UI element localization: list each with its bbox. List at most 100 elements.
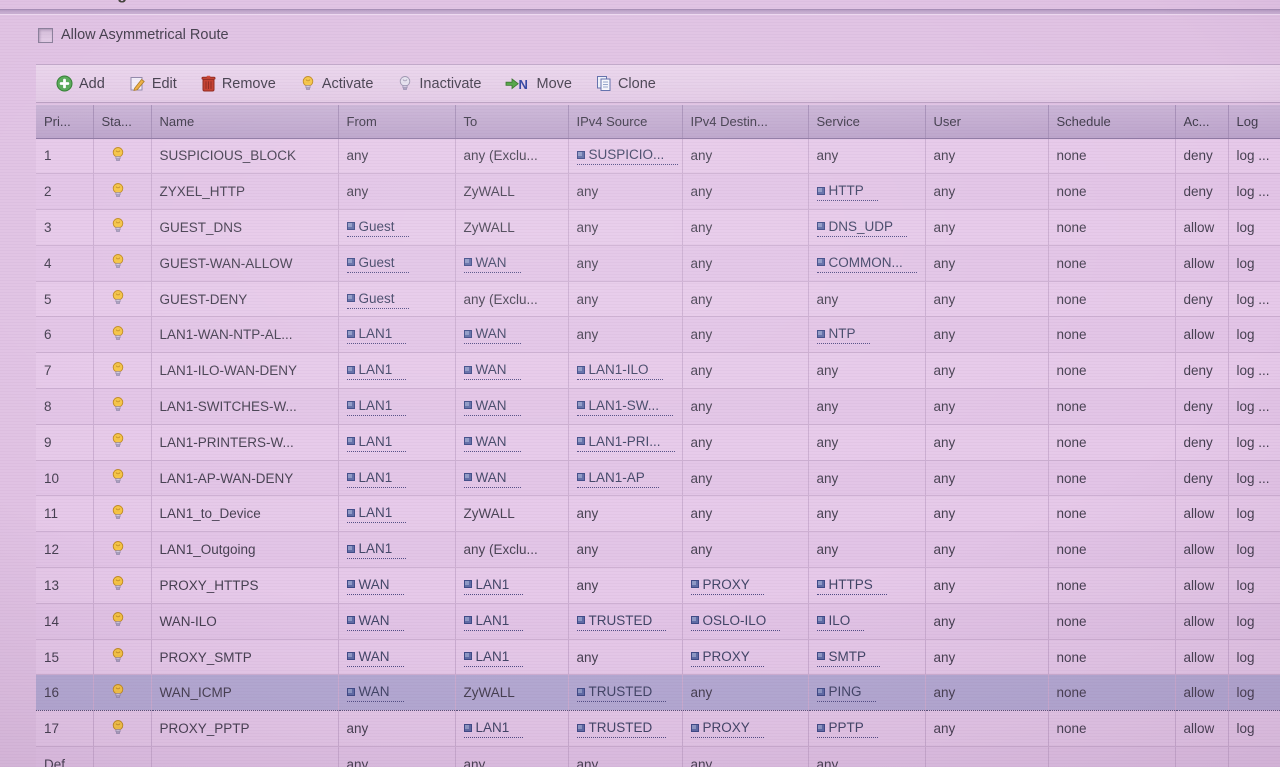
object-link[interactable]: COMMON... (816, 254, 917, 273)
rule-row[interactable]: 8 LAN1-SWITCHES-W... LAN1 WAN LAN1-SW... any… (36, 388, 1280, 425)
col-user[interactable]: User (925, 105, 1049, 139)
clone-button[interactable]: Clone (588, 71, 668, 96)
status-on-bulb-icon (110, 289, 126, 309)
to-cell: WAN (455, 460, 569, 497)
rule-row[interactable]: 7 LAN1-ILO-WAN-DENY LAN1 WAN LAN1-ILO any any… (36, 352, 1280, 390)
rule-row[interactable]: 17 PROXY_PPTP any LAN1 TRUSTED PROXY PPTP any n… (36, 710, 1280, 748)
object-link[interactable]: LAN1 (346, 397, 407, 416)
rule-row[interactable]: 15 PROXY_SMTP WAN LAN1 any PROXY SMTP any none a… (36, 639, 1280, 676)
rule-row[interactable]: 10 LAN1-AP-WAN-DENY LAN1 WAN LAN1-AP any any a… (36, 460, 1280, 497)
object-link[interactable]: LAN1 (463, 648, 524, 667)
object-link[interactable]: Guest (346, 290, 409, 309)
rule-row[interactable]: 16 WAN_ICMP WAN ZyWALL TRUSTED any PING any non… (36, 674, 1280, 712)
ipv4-source-cell: any (568, 245, 683, 282)
rule-row[interactable]: 1 SUSPICIOUS_BLOCK any any (Exclu... SUSPIC… (36, 138, 1280, 175)
object-link[interactable]: PROXY (690, 648, 764, 667)
object-link[interactable]: LAN1 (463, 576, 524, 595)
status-cell (93, 603, 152, 640)
col-ipv4-source[interactable]: IPv4 Source (568, 105, 683, 139)
object-link[interactable]: LAN1-SW... (576, 397, 674, 416)
svg-text:N: N (519, 77, 528, 92)
rule-row[interactable]: 13 PROXY_HTTPS WAN LAN1 any PROXY HTTPS any non… (36, 567, 1280, 604)
rule-row[interactable]: 14 WAN-ILO WAN LAN1 TRUSTED OSLO-ILO ILO any no… (36, 603, 1280, 640)
col-action[interactable]: Ac... (1175, 105, 1229, 139)
object-link[interactable]: LAN1-ILO (576, 361, 663, 381)
log-cell: log (1228, 495, 1280, 533)
object-link[interactable]: TRUSTED (576, 612, 667, 631)
status-on-bulb-icon (110, 683, 126, 703)
rule-row[interactable]: 12 LAN1_Outgoing LAN1 any (Exclu... any any a… (36, 531, 1280, 569)
rule-row[interactable]: 4 GUEST-WAN-ALLOW Guest WAN any any COMMON...… (36, 245, 1280, 282)
object-link-label: LAN1 (475, 612, 510, 628)
move-button[interactable]: N Move (497, 72, 583, 96)
add-button[interactable]: Add (48, 71, 117, 96)
object-link[interactable]: LAN1 (346, 540, 407, 560)
remove-button[interactable]: Remove (193, 71, 288, 96)
from-cell: LAN1 (338, 424, 456, 461)
status-on-bulb-icon (110, 504, 126, 524)
object-link[interactable]: LAN1 (463, 612, 524, 631)
object-link[interactable]: WAN (463, 433, 521, 452)
object-link[interactable]: PING (816, 683, 876, 703)
schedule-cell: none (1048, 460, 1176, 497)
object-link[interactable]: HTTP (816, 182, 878, 202)
object-link[interactable]: LAN1 (346, 325, 407, 345)
col-ipv4-destination[interactable]: IPv4 Destin... (682, 105, 809, 139)
rule-row[interactable]: 2 ZYXEL_HTTP any ZyWALL any any HTTP any none de… (36, 173, 1280, 211)
object-link[interactable]: PROXY (690, 576, 764, 595)
object-link[interactable]: WAN (346, 576, 404, 595)
col-name[interactable]: Name (151, 105, 339, 139)
object-link[interactable]: ILO (816, 612, 865, 631)
rule-row[interactable]: 9 LAN1-PRINTERS-W... LAN1 WAN LAN1-PRI... an… (36, 424, 1280, 461)
activate-button[interactable]: Activate (292, 71, 386, 96)
log-cell: log (1228, 245, 1280, 282)
object-link[interactable]: LAN1 (346, 433, 407, 452)
object-link[interactable]: OSLO-ILO (690, 612, 781, 631)
object-link[interactable]: Guest (346, 254, 409, 273)
object-link[interactable]: WAN (346, 612, 404, 631)
col-to[interactable]: To (455, 105, 569, 139)
object-link[interactable]: LAN1 (463, 719, 524, 739)
rule-row[interactable]: 6 LAN1-WAN-NTP-AL... LAN1 WAN any any NTP any n… (36, 316, 1280, 354)
rule-row[interactable]: 5 GUEST-DENY Guest any (Exclu... any any any a… (36, 281, 1280, 318)
object-link[interactable]: TRUSTED (576, 719, 667, 739)
object-link[interactable]: SMTP (816, 648, 881, 667)
object-link[interactable]: DNS_UDP (816, 218, 908, 237)
object-link[interactable]: WAN (463, 361, 521, 381)
object-link[interactable]: LAN1-PRI... (576, 433, 675, 452)
object-link[interactable]: LAN1 (346, 504, 407, 524)
object-link[interactable]: HTTPS (816, 576, 887, 595)
object-link[interactable]: WAN (463, 397, 521, 416)
object-link[interactable]: WAN (463, 254, 521, 273)
object-link[interactable]: Guest (346, 218, 409, 237)
status-on-bulb-icon (110, 468, 126, 488)
col-log[interactable]: Log (1228, 105, 1280, 139)
to-cell: WAN (455, 424, 569, 461)
object-link[interactable]: WAN (346, 683, 404, 703)
object-link[interactable]: WAN (463, 469, 521, 488)
object-link[interactable]: PPTP (816, 719, 878, 739)
rule-row[interactable]: 11 LAN1_to_Device LAN1 ZyWALL any any any any n… (36, 495, 1280, 533)
object-link[interactable]: SUSPICIO... (576, 146, 679, 166)
object-link[interactable]: LAN1-AP (576, 469, 659, 488)
col-from[interactable]: From (338, 105, 456, 139)
object-link-label: COMMON... (828, 254, 903, 270)
object-link[interactable]: PROXY (690, 719, 764, 739)
object-link[interactable]: WAN (463, 325, 521, 345)
col-schedule[interactable]: Schedule (1048, 105, 1176, 139)
from-cell: any (338, 710, 456, 748)
inactivate-button[interactable]: Inactivate (389, 71, 493, 96)
col-priority[interactable]: Pri... (36, 105, 94, 139)
col-status[interactable]: Sta... (93, 105, 152, 139)
rule-row[interactable]: 3 GUEST_DNS Guest ZyWALL any any DNS_UDP any no… (36, 209, 1280, 246)
allow-asymmetrical-route-checkbox[interactable] (38, 27, 53, 43)
col-service[interactable]: Service (808, 105, 926, 139)
edit-button[interactable]: Edit (121, 71, 189, 96)
default-rule-row[interactable]: Def... any any any any any (36, 746, 1280, 767)
object-link[interactable]: TRUSTED (576, 683, 667, 703)
object-link[interactable]: NTP (816, 325, 870, 345)
object-link[interactable]: LAN1 (346, 361, 407, 381)
object-link[interactable]: WAN (346, 648, 404, 667)
object-link[interactable]: LAN1 (346, 469, 407, 488)
object-reference-icon (816, 258, 825, 267)
